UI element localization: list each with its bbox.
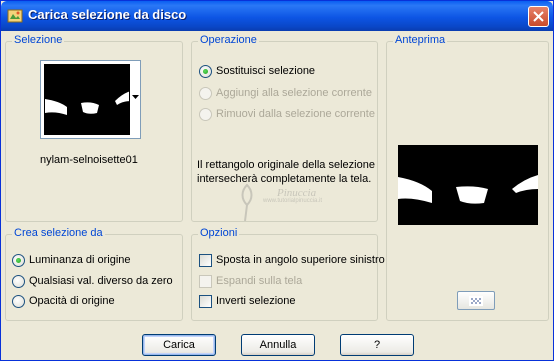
zoom-preview-button[interactable] xyxy=(457,291,495,310)
radio-rimuovi-label[interactable]: Rimuovi dalla selezione corrente xyxy=(216,108,375,120)
radio-qualsiasi[interactable] xyxy=(12,275,25,288)
selezione-legend: Selezione xyxy=(12,34,65,46)
radio-luminanza-label[interactable]: Luminanza di origine xyxy=(29,254,131,266)
carica-button[interactable]: Carica xyxy=(142,334,216,356)
operazione-legend: Operazione xyxy=(198,34,259,46)
radio-rimuovi[interactable] xyxy=(199,108,212,121)
close-button[interactable] xyxy=(528,6,549,27)
close-icon xyxy=(533,11,544,22)
checkbox-inverti-label[interactable]: Inverti selezione xyxy=(216,295,296,307)
opzioni-legend: Opzioni xyxy=(198,227,240,239)
radio-aggiungi[interactable] xyxy=(199,87,212,100)
selected-file-name: nylam-selnoisette01 xyxy=(40,154,138,166)
preview-image xyxy=(398,145,538,225)
preview-shapes xyxy=(398,175,538,204)
radio-sostituisci-label[interactable]: Sostituisci selezione xyxy=(216,65,315,77)
selezione-group: Selezione nylam-selnoisette01 xyxy=(5,34,183,222)
help-button[interactable]: ? xyxy=(340,334,414,356)
radio-qualsiasi-label[interactable]: Qualsiasi val. diverso da zero xyxy=(29,275,173,287)
operazione-group: Operazione Sostituisci selezione Aggiung… xyxy=(191,34,378,222)
radio-sostituisci[interactable] xyxy=(199,65,212,78)
checkbox-sposta[interactable] xyxy=(199,254,212,267)
checkbox-sposta-label[interactable]: Sposta in angolo superiore sinistro xyxy=(216,254,385,266)
info-text: Il rettangolo originale della selezione … xyxy=(197,159,375,185)
chevron-down-icon xyxy=(132,95,139,99)
crea-selezione-group: Crea selezione da Luminanza di origine Q… xyxy=(5,227,183,321)
dialog-window: Carica selezione da disco Selezione nyla… xyxy=(0,0,554,361)
selection-thumbnail xyxy=(44,64,130,135)
title-bar[interactable]: Carica selezione da disco xyxy=(1,1,553,31)
radio-aggiungi-label[interactable]: Aggiungi alla selezione corrente xyxy=(216,87,372,99)
radio-opacita-label[interactable]: Opacità di origine xyxy=(29,295,115,307)
app-icon xyxy=(7,9,23,23)
opzioni-group: Opzioni Sposta in angolo superiore sinis… xyxy=(191,227,385,321)
radio-opacita[interactable] xyxy=(12,295,25,308)
crea-selezione-legend: Crea selezione da xyxy=(12,227,105,239)
zoom-icon xyxy=(469,296,483,306)
anteprima-group: Anteprima xyxy=(386,34,549,321)
window-title: Carica selezione da disco xyxy=(28,7,187,22)
selection-thumbnail-dropdown[interactable] xyxy=(40,60,141,139)
checkbox-inverti[interactable] xyxy=(199,295,212,308)
annulla-button[interactable]: Annulla xyxy=(241,334,315,356)
checkbox-espandi-label[interactable]: Espandi sulla tela xyxy=(216,275,302,287)
anteprima-legend: Anteprima xyxy=(393,34,448,46)
radio-luminanza[interactable] xyxy=(12,254,25,267)
thumbnail-shapes xyxy=(45,91,129,115)
checkbox-espandi[interactable] xyxy=(199,275,212,288)
